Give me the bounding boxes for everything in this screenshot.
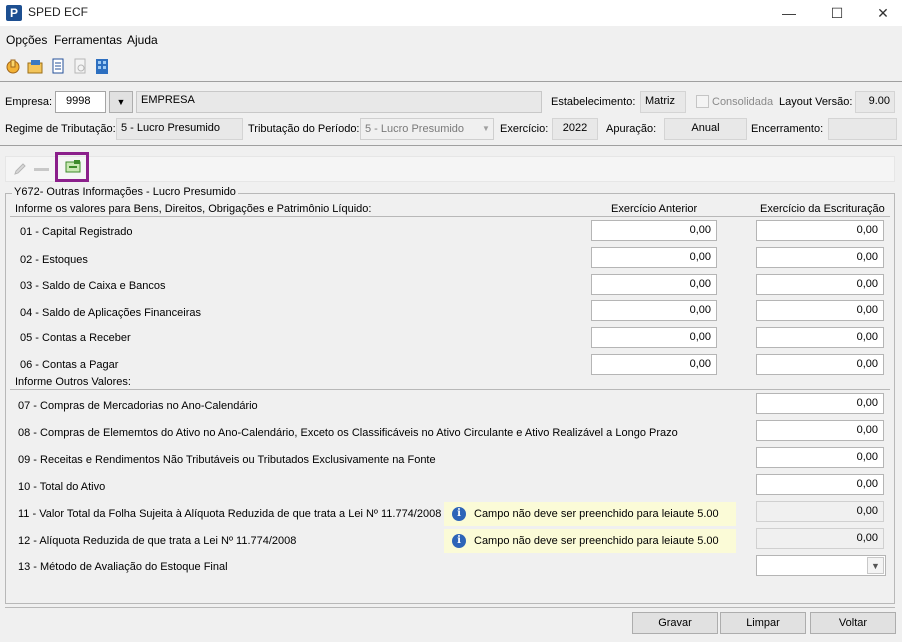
voltar-button[interactable]: Voltar [810, 612, 896, 634]
apuracao-field: Anual [664, 118, 747, 140]
row-label: 06 - Contas a Pagar [20, 359, 119, 371]
section1-divider [10, 216, 890, 217]
edit-pencil-icon[interactable] [12, 161, 28, 177]
app-logo-icon: P [6, 5, 22, 21]
value-input[interactable]: 0,00 [756, 474, 884, 495]
section1-label: Informe os valores para Bens, Direitos, … [15, 203, 372, 215]
close-button[interactable]: ✕ [860, 0, 902, 26]
search-document-icon[interactable] [72, 58, 88, 75]
estabelecimento-label: Estabelecimento: [551, 96, 636, 108]
row-label: 10 - Total do Ativo [18, 481, 106, 493]
row-label: 08 - Compras de Elememtos do Ativo no An… [18, 427, 678, 439]
value-input[interactable]: 0,00 [756, 420, 884, 441]
info-text: Campo não deve ser preenchido para leiau… [474, 508, 719, 520]
add-record-button[interactable] [55, 152, 89, 182]
row-label: 09 - Receitas e Rendimentos Não Tributáv… [18, 454, 436, 466]
info-icon: i [452, 507, 466, 521]
value-input[interactable]: 0,00 [756, 393, 884, 414]
menu-ferramentas[interactable]: Ferramentas [54, 33, 122, 47]
row-label: 05 - Contas a Receber [20, 332, 131, 344]
document-icon[interactable] [50, 58, 66, 75]
layout-versao-field: 9.00 [855, 91, 895, 113]
row-label: 04 - Saldo de Aplicações Financeiras [20, 307, 201, 319]
value-readonly: 0,00 [756, 528, 884, 549]
anterior-input[interactable]: 0,00 [591, 300, 717, 321]
escrituracao-input[interactable]: 0,00 [756, 247, 884, 268]
info-icon: i [452, 534, 466, 548]
anterior-input[interactable]: 0,00 [591, 220, 717, 241]
row-label: 01 - Capital Registrado [20, 226, 133, 238]
escrituracao-input[interactable]: 0,00 [756, 220, 884, 241]
col-exercicio-escrituracao: Exercício da Escrituração [760, 203, 885, 215]
hand-tool-icon[interactable] [5, 58, 21, 75]
header-top-divider [0, 81, 902, 82]
empresa-dropdown-button[interactable]: ▼ [109, 91, 133, 113]
anterior-input[interactable]: 0,00 [591, 247, 717, 268]
remove-icon[interactable] [34, 168, 49, 171]
metodo-estoque-select[interactable]: ▼ [756, 555, 886, 576]
header-bottom-divider [0, 145, 902, 146]
row-label: 13 - Método de Avaliação do Estoque Fina… [18, 561, 228, 573]
escrituracao-input[interactable]: 0,00 [756, 300, 884, 321]
anterior-input[interactable]: 0,00 [591, 354, 717, 375]
row-label: 07 - Compras de Mercadorias no Ano-Calen… [18, 400, 258, 412]
section2-label: Informe Outros Valores: [15, 376, 131, 388]
apuracao-label: Apuração: [606, 123, 657, 135]
info-text: Campo não deve ser preenchido para leiau… [474, 535, 719, 547]
open-folder-icon[interactable] [27, 58, 43, 75]
tributacao-chevron-icon: ▼ [482, 124, 490, 133]
value-readonly: 0,00 [756, 501, 884, 522]
maximize-button[interactable]: ☐ [814, 0, 860, 26]
section2-divider [10, 389, 890, 390]
encerramento-label: Encerramento: [751, 123, 824, 135]
estabelecimento-field: Matriz [640, 91, 686, 113]
encerramento-field [828, 118, 897, 140]
exercicio-field: 2022 [552, 118, 598, 140]
consolidada-label: Consolidada [712, 96, 774, 108]
escrituracao-input[interactable]: 0,00 [756, 354, 884, 375]
row-label: 11 - Valor Total da Folha Sujeita à Alíq… [18, 508, 442, 520]
minimize-button[interactable]: — [766, 0, 812, 26]
escrituracao-input[interactable]: 0,00 [756, 327, 884, 348]
value-input[interactable]: 0,00 [756, 447, 884, 468]
tributacao-periodo-select[interactable]: 5 - Lucro Presumido [360, 118, 494, 140]
row-label: 03 - Saldo de Caixa e Bancos [20, 280, 166, 292]
window-title: SPED ECF [28, 5, 89, 19]
chevron-down-icon[interactable]: ▼ [867, 557, 884, 574]
exercicio-label: Exercício: [500, 123, 549, 135]
add-record-icon [65, 160, 81, 173]
database-icon[interactable] [94, 58, 110, 75]
empresa-label: Empresa: [5, 96, 53, 108]
escrituracao-input[interactable]: 0,00 [756, 274, 884, 295]
gravar-button[interactable]: Gravar [632, 612, 718, 634]
record-toolbar [5, 156, 895, 182]
anterior-input[interactable]: 0,00 [591, 274, 717, 295]
regime-field: 5 - Lucro Presumido [116, 118, 243, 140]
group-title: Y672- Outras Informações - Lucro Presumi… [12, 186, 238, 198]
regime-label: Regime de Tributação: [5, 123, 116, 135]
layout-versao-label: Layout Versão: [779, 96, 853, 108]
tributacao-periodo-label: Tributação do Período: [248, 123, 360, 135]
limpar-button[interactable]: Limpar [720, 612, 806, 634]
col-exercicio-anterior: Exercício Anterior [611, 203, 698, 215]
anterior-input[interactable]: 0,00 [591, 327, 717, 348]
row-label: 02 - Estoques [20, 254, 88, 266]
menu-opcoes[interactable]: Opções [6, 33, 47, 47]
empresa-code-field[interactable]: 9998 [55, 91, 106, 113]
row-label: 12 - Alíquota Reduzida de que trata a Le… [18, 535, 297, 547]
empresa-name-field: EMPRESA [136, 91, 542, 113]
info-tooltip: i Campo não deve ser preenchido para lei… [444, 529, 736, 553]
footer-divider [5, 607, 895, 608]
info-tooltip: i Campo não deve ser preenchido para lei… [444, 502, 736, 526]
consolidada-checkbox[interactable] [696, 95, 709, 108]
menu-ajuda[interactable]: Ajuda [127, 33, 158, 47]
